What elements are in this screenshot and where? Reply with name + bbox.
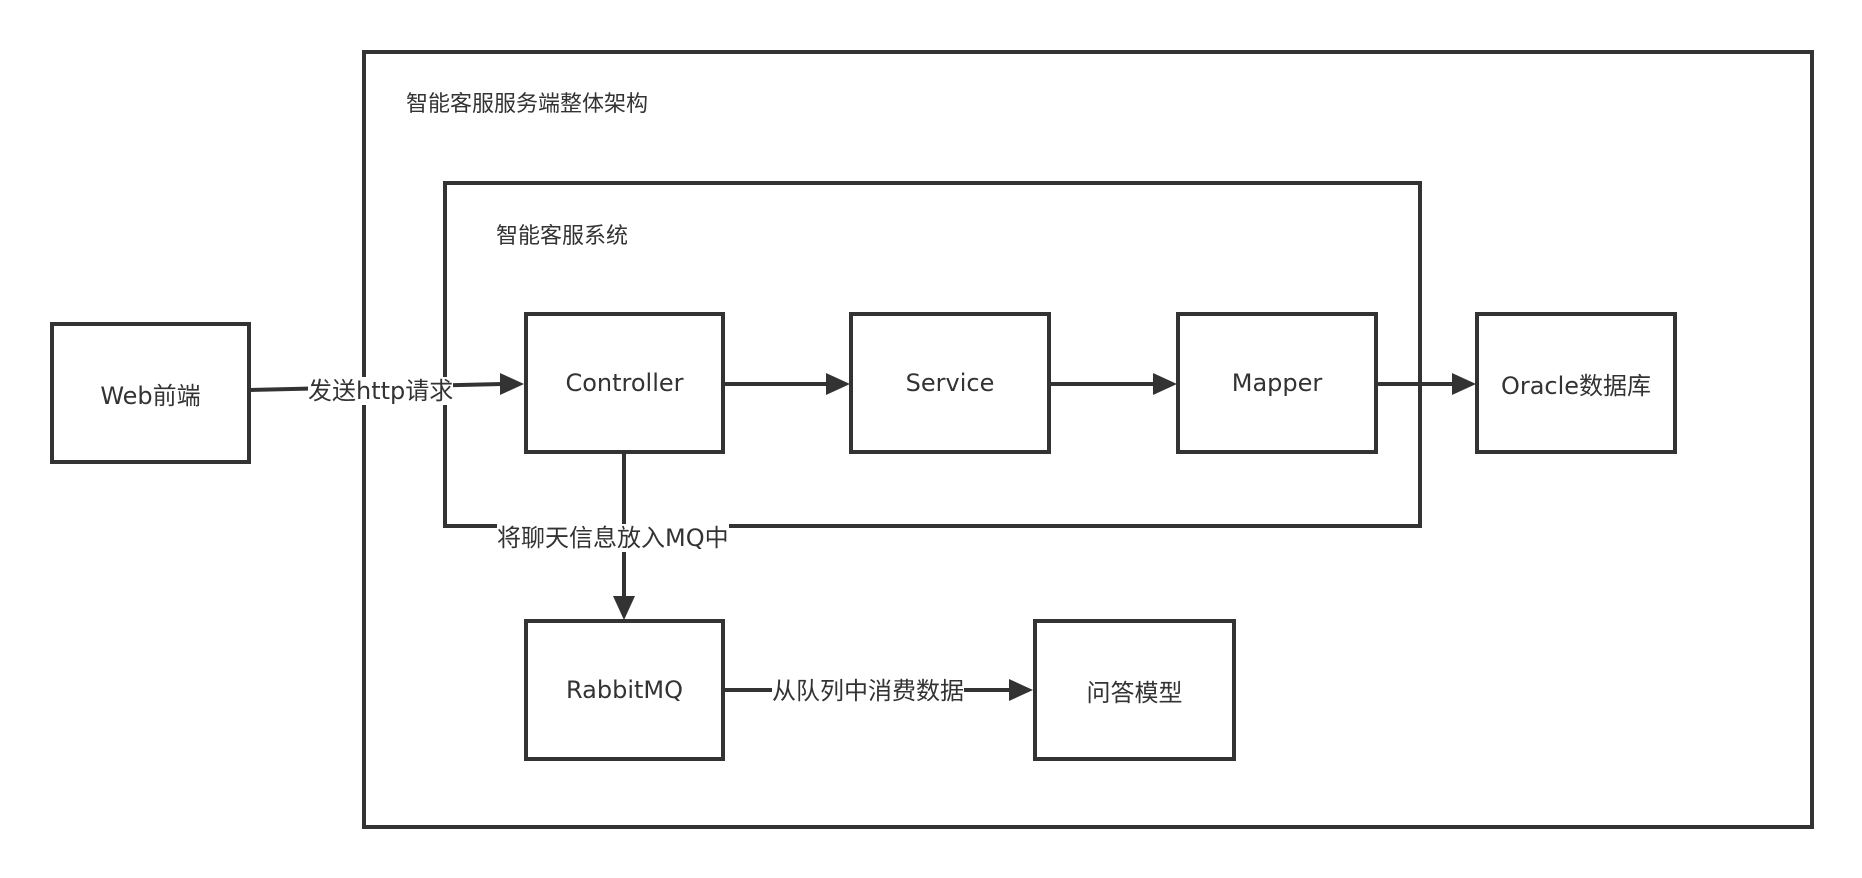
edge-label-consume-queue: 从队列中消费数据 bbox=[772, 677, 964, 705]
arrowhead-web-controller bbox=[500, 373, 524, 395]
node-label: Oracle数据库 bbox=[1500, 371, 1652, 400]
arrowhead-mapper-oracle bbox=[1452, 373, 1476, 395]
node-mapper: Mapper bbox=[1176, 312, 1378, 454]
arrowhead-rabbitmq-model bbox=[1009, 679, 1033, 701]
node-controller: Controller bbox=[524, 312, 725, 454]
node-label: 问答模型 bbox=[1086, 678, 1183, 707]
arrowhead-controller-service bbox=[826, 373, 850, 395]
node-web-frontend: Web前端 bbox=[50, 322, 251, 464]
node-rabbitmq: RabbitMQ bbox=[524, 619, 725, 761]
node-label: Web前端 bbox=[100, 381, 201, 410]
node-label: RabbitMQ bbox=[566, 676, 683, 704]
edge-label-put-mq: 将聊天信息放入MQ中 bbox=[497, 524, 729, 552]
edge-label-send-http: 发送http请求 bbox=[308, 377, 454, 405]
node-qa-model: 问答模型 bbox=[1033, 619, 1236, 761]
arrowhead-service-mapper bbox=[1153, 373, 1177, 395]
arrowhead-controller-rabbitmq bbox=[613, 596, 635, 620]
node-label: Controller bbox=[565, 369, 684, 397]
node-label: Mapper bbox=[1231, 369, 1323, 397]
node-service: Service bbox=[849, 312, 1051, 454]
node-label: Service bbox=[905, 369, 995, 397]
node-oracle-db: Oracle数据库 bbox=[1475, 312, 1677, 454]
